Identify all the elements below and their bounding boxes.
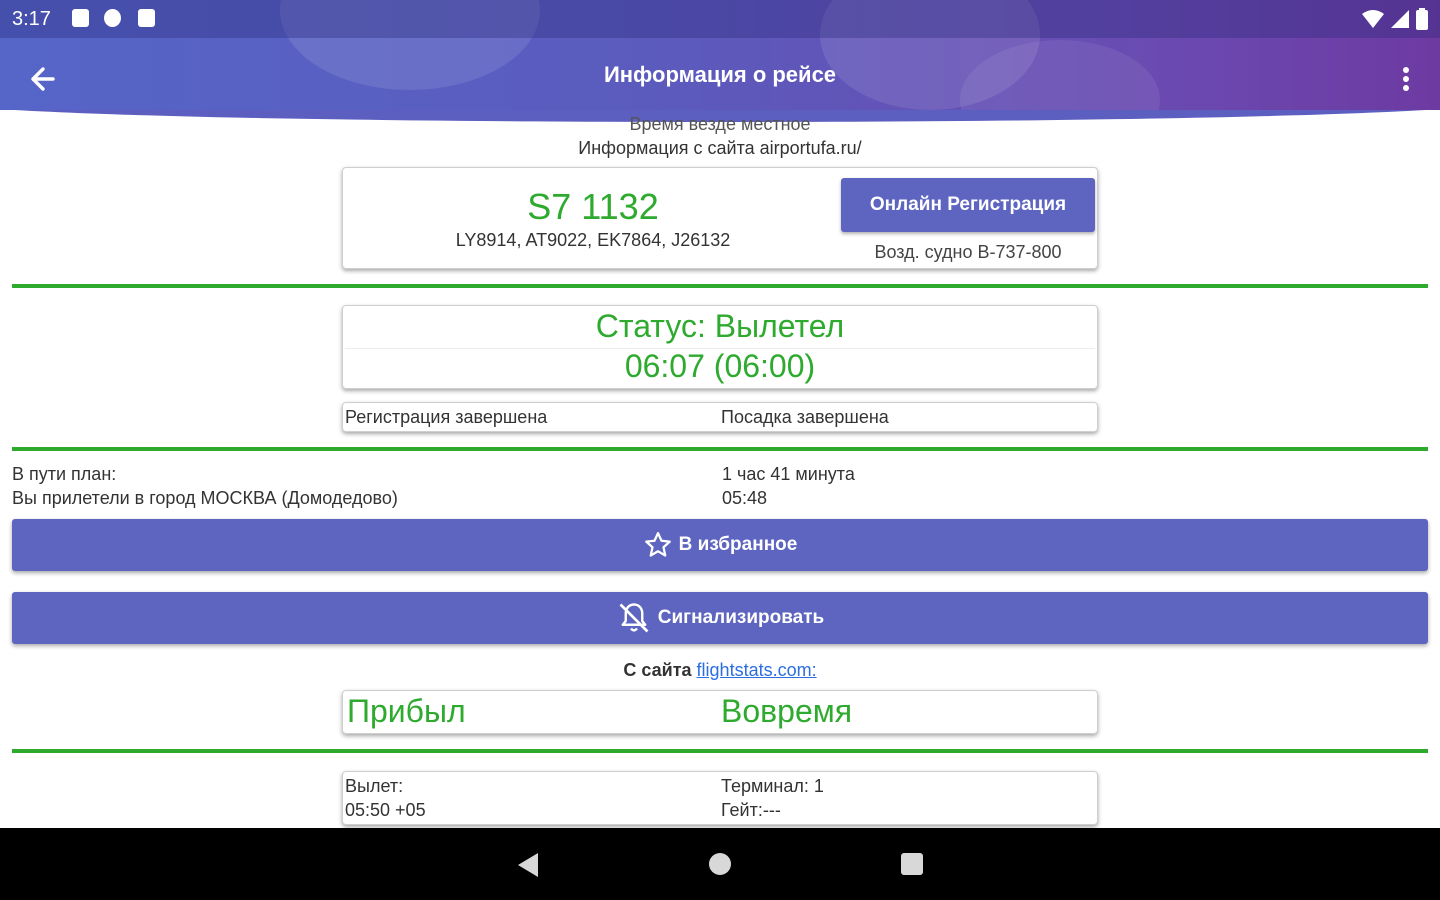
online-checkin-button[interactable]: Онлайн Регистрация — [841, 178, 1095, 232]
nav-recents-icon[interactable] — [901, 853, 923, 875]
add-to-favorites-button[interactable]: В избранное — [12, 519, 1428, 571]
app-header: 3:17 Информация о рейсе — [0, 0, 1440, 110]
boarding-status: Посадка завершена — [721, 407, 889, 427]
flight-details[interactable]: Время везде местное Информация с сайта a… — [0, 110, 1440, 828]
source-note: Информация с сайта airportufa.ru/ — [578, 138, 862, 158]
status-indicators — [1362, 8, 1428, 30]
flightstats-state: Прибыл — [347, 693, 466, 729]
process-card: Регистрация завершена Посадка завершена — [342, 402, 1098, 432]
wifi-icon — [1362, 10, 1384, 28]
notify-button[interactable]: Сигнализировать — [12, 592, 1428, 644]
departure-card: Вылет: 05:50 +05 Терминал: 1 Гейт:--- — [342, 771, 1098, 825]
arrival-time: 05:48 — [722, 488, 768, 508]
page-title: Информация о рейсе — [603, 62, 837, 87]
checkin-status: Регистрация завершена — [345, 407, 548, 427]
flightstats-punctuality: Вовремя — [721, 693, 853, 729]
aircraft-type: Возд. судно B-737-800 — [874, 242, 1062, 262]
flight-status: Статус: Вылетел — [595, 308, 845, 344]
flight-info-screen: 3:17 Информация о рейсе Время везде мест… — [0, 0, 1440, 900]
overflow-menu-button[interactable] — [1392, 60, 1420, 100]
arrival-city: Вы прилетели в город МОСКВА (Домодедово) — [12, 488, 398, 508]
flight-card: S7 1132 LY8914, AT9022, EK7864, J26132 О… — [342, 167, 1098, 269]
app-notification-icon — [104, 9, 121, 27]
battery-icon — [1416, 8, 1428, 30]
flight-number: S7 1132 — [527, 186, 659, 227]
en-route-label: В пути план: — [12, 464, 117, 484]
notify-label: Сигнализировать — [657, 607, 825, 628]
star-outline-icon — [644, 532, 671, 557]
flightstats-source: С сайта flightstats.com: — [0, 660, 1440, 681]
flightstats-prefix: С сайта — [623, 660, 692, 680]
section-divider — [12, 284, 1428, 288]
favorites-label: В избранное — [678, 534, 798, 555]
signal-icon — [1391, 10, 1409, 28]
nav-back-icon[interactable] — [516, 852, 540, 878]
bell-off-icon — [619, 603, 649, 633]
departure-time: 05:50 +05 — [345, 800, 426, 820]
flightstats-link[interactable]: flightstats.com: — [697, 660, 817, 680]
status-bar: 3:17 — [0, 0, 1440, 38]
sd-card-icon — [138, 9, 155, 27]
flightstats-card: Прибыл Вовремя — [342, 690, 1098, 734]
status-time: 3:17 — [12, 8, 51, 30]
gate: Гейт:--- — [721, 800, 781, 820]
status-time: 06:07 (06:00) — [624, 348, 816, 384]
nav-home-icon[interactable] — [709, 853, 731, 875]
status-card: Статус: Вылетел 06:07 (06:00) — [342, 305, 1098, 389]
notification-icon — [72, 9, 89, 27]
en-route-duration: 1 час 41 минута — [722, 464, 855, 484]
more-vert-icon — [1403, 67, 1409, 91]
codeshare-flights: LY8914, AT9022, EK7864, J26132 — [455, 230, 731, 250]
section-divider — [12, 447, 1428, 451]
departure-label: Вылет: — [345, 776, 404, 796]
timezone-note: Время везде местное — [629, 114, 811, 134]
section-divider — [12, 749, 1428, 753]
terminal: Терминал: 1 — [721, 776, 824, 796]
